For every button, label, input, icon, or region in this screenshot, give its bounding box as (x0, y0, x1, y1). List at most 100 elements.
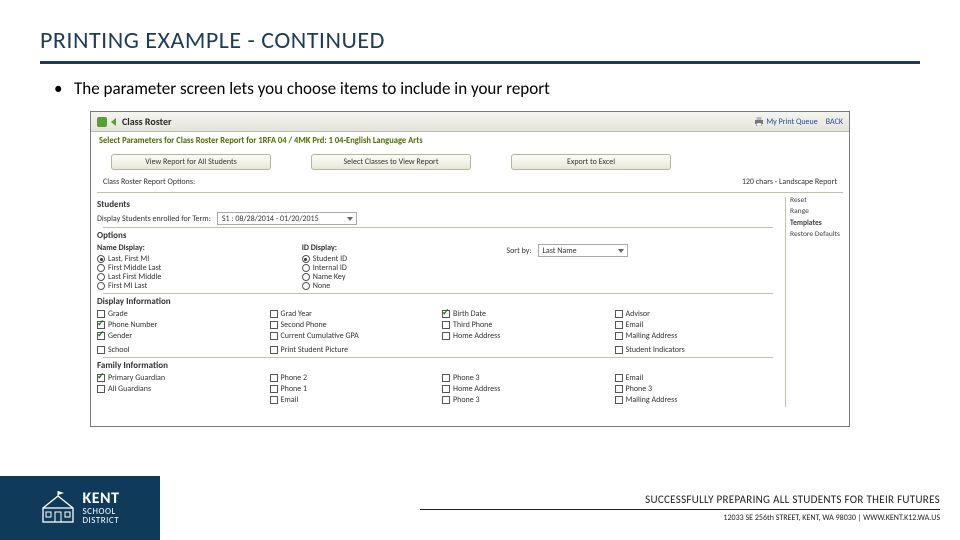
checkbox-icon (97, 346, 105, 354)
checkbox-icon (270, 321, 278, 329)
id-opt-1[interactable]: Internal ID (302, 264, 497, 272)
slide-title: PRINTING EXAMPLE - CONTINUED (40, 26, 920, 55)
param-subtitle: Select Parameters for Class Roster Repor… (99, 136, 423, 146)
di-gradyear[interactable]: Grad Year (270, 310, 435, 318)
fam-phone2[interactable]: Phone 2 (270, 374, 435, 382)
district-logo: KENT SCHOOL DISTRICT (0, 476, 160, 540)
term-label: Display Students enrolled for Term: (97, 214, 211, 224)
di-thirdphone[interactable]: Third Phone (442, 321, 607, 329)
options-heading: Options (97, 230, 779, 241)
name-opt-1[interactable]: First Middle Last (97, 264, 292, 272)
panel-header: Class Roster My Print Queue BACK (91, 112, 849, 132)
radio-icon (302, 255, 310, 263)
select-classes-button[interactable]: Select Classes to View Report (311, 154, 471, 170)
bullet-text: The parameter screen lets you choose ite… (40, 78, 920, 99)
fam-mailaddr[interactable]: Mailing Address (615, 396, 780, 404)
side-reset[interactable]: Reset (790, 197, 843, 205)
options-label: Class Roster Report Options: (103, 177, 195, 187)
radio-icon (97, 273, 105, 281)
footer-rule (420, 509, 940, 510)
brand-line-1: KENT (82, 491, 119, 507)
window-title: Class Roster (122, 115, 754, 128)
print-queue-link[interactable]: My Print Queue (754, 117, 817, 127)
di-advisor[interactable]: Advisor (615, 310, 780, 318)
name-display-heading: Name Display: (97, 243, 292, 253)
fam-phone1[interactable]: Phone 1 (270, 385, 435, 393)
fam-phone3b[interactable]: Phone 3 (615, 385, 780, 393)
checkbox-icon (442, 310, 450, 318)
term-select[interactable]: S1 : 08/28/2014 - 01/20/2015 (217, 212, 357, 225)
fam-email2[interactable]: Email (615, 374, 780, 382)
radio-icon (302, 273, 310, 281)
di-gpa[interactable]: Current Cumulative GPA (270, 332, 435, 340)
checkbox-icon (97, 385, 105, 393)
checkbox-icon (615, 385, 623, 393)
di-homeaddr[interactable]: Home Address (442, 332, 607, 340)
id-opt-3[interactable]: None (302, 282, 497, 290)
di-indicators[interactable]: Student Indicators (615, 346, 780, 354)
checkbox-icon (615, 346, 623, 354)
di-school[interactable]: School (97, 346, 262, 354)
nav-arrow-icon (111, 118, 116, 126)
print-queue-label: My Print Queue (766, 117, 817, 127)
di-email[interactable]: Email (615, 321, 780, 329)
fam-primary[interactable]: Primary Guardian (97, 374, 262, 382)
checkbox-icon (615, 374, 623, 382)
checkbox-icon (615, 396, 623, 404)
fam-homeaddr[interactable]: Home Address (442, 385, 607, 393)
name-opt-0[interactable]: Last, First MI (97, 255, 292, 263)
back-link[interactable]: BACK (826, 117, 843, 127)
di-birthdate[interactable]: Birth Date (442, 310, 607, 318)
sort-select[interactable]: Last Name (538, 244, 628, 257)
name-opt-2[interactable]: Last First Middle (97, 273, 292, 281)
printer-icon (754, 117, 764, 126)
fam-phone3c[interactable]: Phone 3 (442, 396, 607, 404)
checkbox-icon (270, 346, 278, 354)
display-info-heading: Display Information (97, 296, 779, 307)
di-secondphone[interactable]: Second Phone (270, 321, 435, 329)
radio-icon (302, 264, 310, 272)
nav-dot-icon (97, 117, 107, 127)
checkbox-icon (615, 310, 623, 318)
students-heading: Students (97, 199, 779, 210)
side-range[interactable]: Range (790, 208, 843, 216)
name-opt-3[interactable]: First MI Last (97, 282, 292, 290)
checkbox-icon (97, 310, 105, 318)
fam-all[interactable]: All Guardians (97, 385, 262, 393)
di-grade[interactable]: Grade (97, 310, 262, 318)
id-opt-2[interactable]: Name Key (302, 273, 497, 281)
di-gender[interactable]: Gender (97, 332, 262, 340)
id-opt-0[interactable]: Student ID (302, 255, 497, 263)
di-phone[interactable]: Phone Number (97, 321, 262, 329)
export-excel-button[interactable]: Export to Excel (511, 154, 671, 170)
checkbox-icon (615, 321, 623, 329)
checkbox-icon (97, 321, 105, 329)
layout-info: 120 chars - Landscape Report (742, 177, 837, 187)
id-display-heading: ID Display: (302, 243, 497, 253)
side-templates[interactable]: Templates (790, 220, 843, 228)
side-restore[interactable]: Restore Defaults (790, 231, 843, 239)
checkbox-icon (270, 396, 278, 404)
screenshot-panel: Class Roster My Print Queue BACK Select … (90, 111, 850, 427)
checkbox-icon (270, 385, 278, 393)
radio-icon (97, 255, 105, 263)
di-mailaddr[interactable]: Mailing Address (615, 332, 780, 340)
school-building-icon (40, 490, 76, 526)
checkbox-icon (442, 374, 450, 382)
checkbox-icon (615, 332, 623, 340)
family-info-heading: Family Information (97, 360, 779, 371)
side-panel: Reset Range Templates Restore Defaults (785, 197, 843, 407)
checkbox-icon (442, 396, 450, 404)
radio-icon (302, 282, 310, 290)
checkbox-icon (270, 374, 278, 382)
checkbox-icon (442, 332, 450, 340)
di-picture[interactable]: Print Student Picture (270, 346, 435, 354)
footer-tagline: SUCCESSFULLY PREPARING ALL STUDENTS FOR … (160, 493, 940, 506)
slide-footer: KENT SCHOOL DISTRICT SUCCESSFULLY PREPAR… (0, 476, 960, 540)
view-all-button[interactable]: View Report for All Students (111, 154, 271, 170)
fam-email[interactable]: Email (270, 396, 435, 404)
brand-line-3: DISTRICT (82, 516, 119, 525)
radio-icon (97, 264, 105, 272)
fam-phone3a[interactable]: Phone 3 (442, 374, 607, 382)
checkbox-icon (97, 332, 105, 340)
